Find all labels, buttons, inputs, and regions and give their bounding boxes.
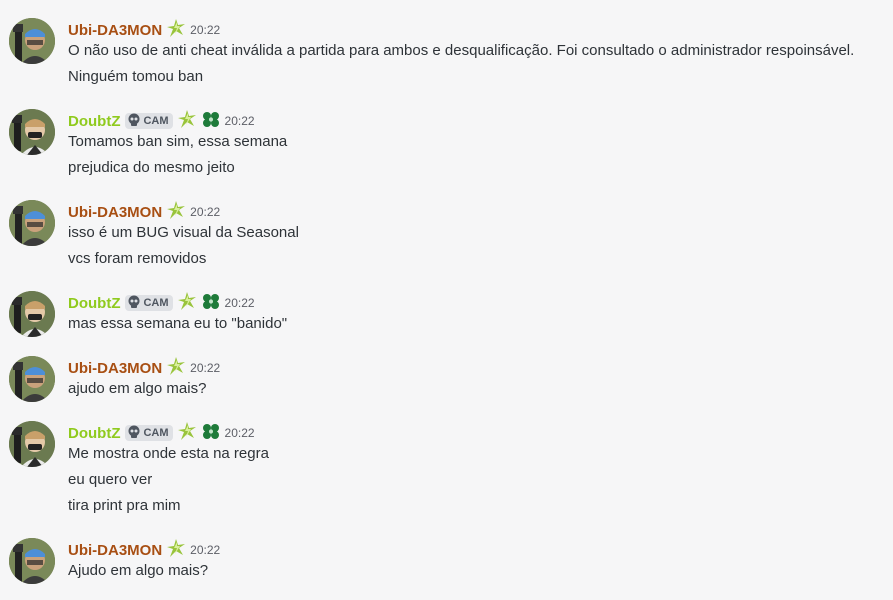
username[interactable]: DoubtZ [68,113,120,130]
avatar[interactable] [9,421,55,467]
message-header: Ubi-DA3MON 20:22 [68,356,220,381]
message-text: Ninguém tomou ban [68,68,204,85]
message-text: Ajudo em algo mais? [68,562,209,579]
lightning-badge-icon[interactable] [166,538,186,563]
message-header: DoubtZ CAM 20:22 [68,109,255,134]
timestamp[interactable]: 20:22 [225,426,255,440]
username[interactable]: Ubi-DA3MON [68,360,162,377]
timestamp[interactable]: 20:22 [190,23,220,37]
lightning-badge-icon[interactable] [166,356,186,381]
clover-badge-icon[interactable] [201,109,221,134]
lightning-badge-icon[interactable] [177,421,197,446]
skull-icon [127,113,141,130]
username[interactable]: Ubi-DA3MON [68,22,162,39]
timestamp[interactable]: 20:22 [225,114,255,128]
avatar[interactable] [9,356,55,402]
avatar[interactable] [9,200,55,246]
lightning-badge-icon[interactable] [177,109,197,134]
message-header: DoubtZ CAM 20:22 [68,421,255,446]
username[interactable]: Ubi-DA3MON [68,204,162,221]
timestamp[interactable]: 20:22 [225,296,255,310]
username[interactable]: DoubtZ [68,295,120,312]
message-text: O não uso de anti cheat inválida a parti… [68,42,855,59]
avatar[interactable] [9,291,55,337]
message-text: mas essa semana eu to "banido" [68,315,288,332]
skull-icon [127,295,141,312]
message-text: Me mostra onde esta na regra [68,445,269,462]
message-header: Ubi-DA3MON 20:22 [68,538,220,563]
skull-icon [127,425,141,442]
message-text: vcs foram removidos [68,250,207,267]
username[interactable]: Ubi-DA3MON [68,542,162,559]
message-header: Ubi-DA3MON 20:22 [68,18,220,43]
timestamp[interactable]: 20:22 [190,543,220,557]
server-tag[interactable]: CAM [125,295,173,312]
timestamp[interactable]: 20:22 [190,205,220,219]
server-tag[interactable]: CAM [125,113,173,130]
lightning-badge-icon[interactable] [166,18,186,43]
message-text: isso é um BUG visual da Seasonal [68,224,299,241]
timestamp[interactable]: 20:22 [190,361,220,375]
username[interactable]: DoubtZ [68,425,120,442]
message-header: Ubi-DA3MON 20:22 [68,200,220,225]
message-text: tira print pra mim [68,497,181,514]
message-text: ajudo em algo mais? [68,380,207,397]
message-text: eu quero ver [68,471,153,488]
lightning-badge-icon[interactable] [166,200,186,225]
server-tag-label: CAM [143,427,169,439]
message-text: prejudica do mesmo jeito [68,159,235,176]
server-tag[interactable]: CAM [125,425,173,442]
message-text: Tomamos ban sim, essa semana [68,133,288,150]
lightning-badge-icon[interactable] [177,291,197,316]
clover-badge-icon[interactable] [201,421,221,446]
avatar[interactable] [9,18,55,64]
message-header: DoubtZ CAM 20:22 [68,291,255,316]
clover-badge-icon[interactable] [201,291,221,316]
server-tag-label: CAM [143,297,169,309]
avatar[interactable] [9,109,55,155]
avatar[interactable] [9,538,55,584]
server-tag-label: CAM [143,115,169,127]
